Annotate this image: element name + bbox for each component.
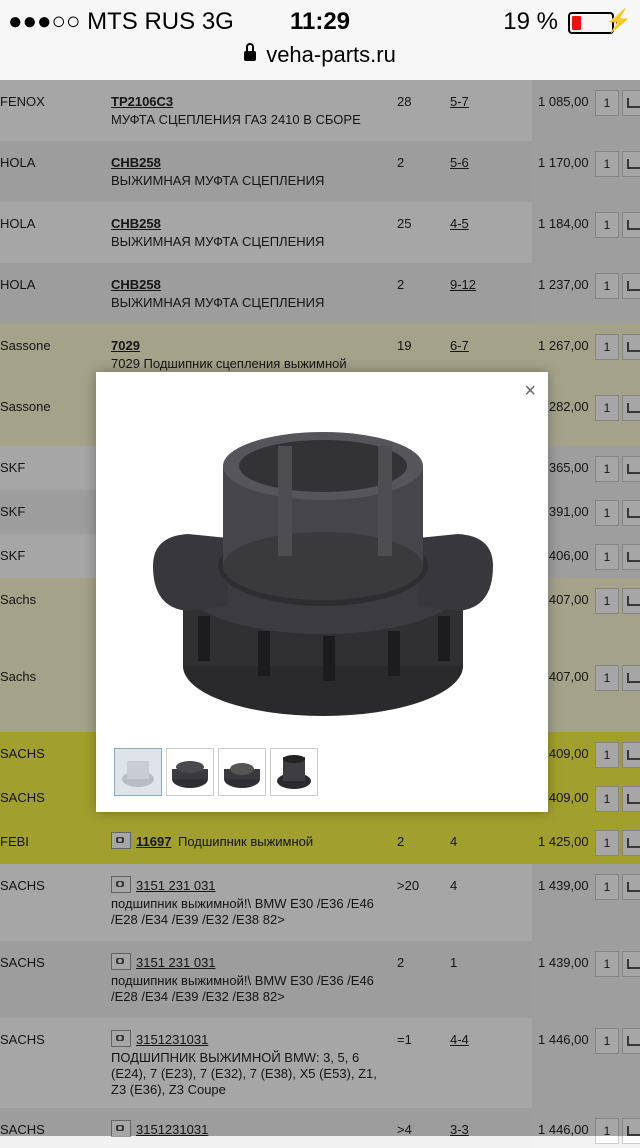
lock-icon	[244, 43, 257, 62]
charging-icon: ⚡	[604, 8, 632, 33]
release-bearing-image	[153, 432, 493, 716]
thumbnail-3[interactable]	[218, 748, 266, 796]
close-icon[interactable]: ×	[524, 380, 536, 403]
product-image-modal: ×	[96, 372, 548, 812]
battery-percent: 19 %	[503, 8, 558, 35]
status-bar: ●●●○○ MTS RUS 3G 11:29 19 % ⚡ veha-parts…	[0, 0, 640, 81]
address-bar[interactable]: veha-parts.ru	[0, 42, 640, 68]
thumbnail-1[interactable]	[114, 748, 162, 796]
thumbnail-2[interactable]	[166, 748, 214, 796]
thumbnail-4[interactable]	[270, 748, 318, 796]
url-text: veha-parts.ru	[266, 42, 396, 67]
